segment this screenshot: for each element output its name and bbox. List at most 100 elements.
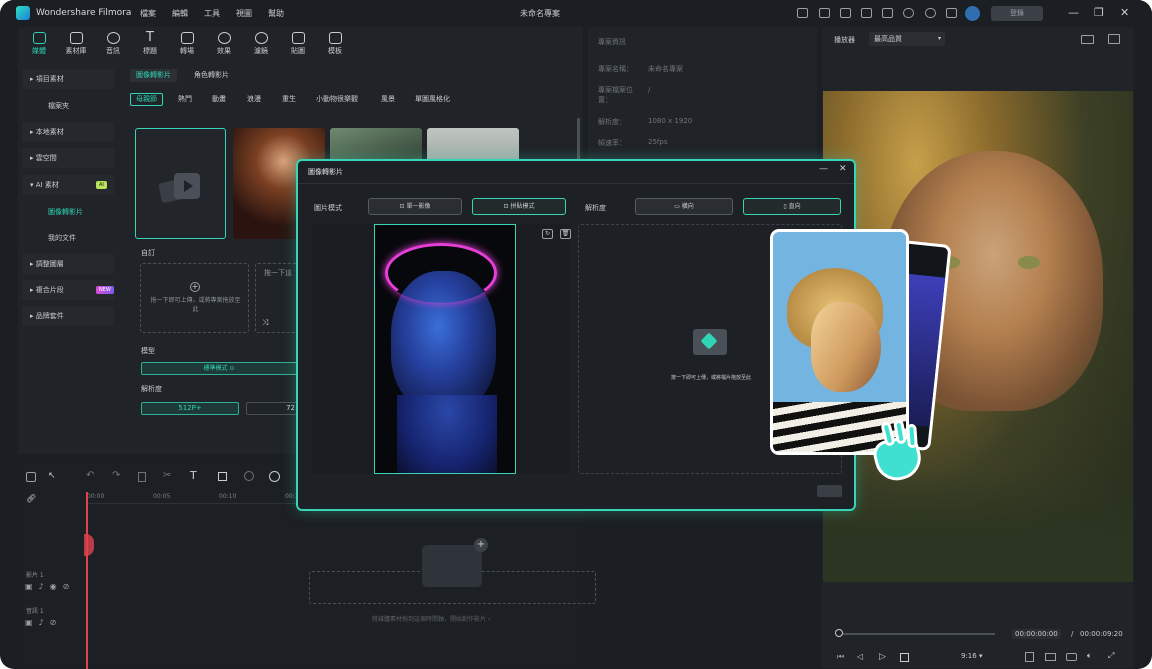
sidebar-item-adjustment-layer[interactable]: ▸ 調整圖層 xyxy=(22,254,114,274)
statue-neck xyxy=(397,395,497,473)
crop-icon[interactable] xyxy=(218,472,227,481)
menu-view[interactable]: 視圖 xyxy=(236,8,252,19)
dialog-close-icon[interactable]: ✕ xyxy=(839,164,847,174)
fullscreen-icon[interactable]: ⤢ xyxy=(1108,651,1114,661)
tab-image-to-video[interactable]: 圖像轉影片 xyxy=(130,69,177,82)
sidebar-item-project-media[interactable]: ▸ 項目素材 xyxy=(22,69,114,89)
category-stylize[interactable]: 單圖風格化 xyxy=(415,93,450,106)
screen-icon[interactable] xyxy=(861,8,872,18)
sidebar-item-cloud[interactable]: ▸ 雲空間 xyxy=(22,148,114,168)
undo-icon[interactable]: ↶ xyxy=(86,470,94,481)
menu-edit[interactable]: 編輯 xyxy=(172,8,188,19)
maximize-icon[interactable]: ❐ xyxy=(1094,6,1104,19)
send-icon[interactable] xyxy=(819,8,830,18)
tool-stickers[interactable]: 貼圖 xyxy=(281,32,315,56)
upload-box-2[interactable]: 拖一下這 ⤨ xyxy=(255,263,300,333)
gift-icon[interactable] xyxy=(797,8,808,18)
timeline-empty-hint: 將媒體素材拖到這個時間軸，開始創作影片 › xyxy=(372,616,491,623)
sidebar-item-compound-clip[interactable]: ▸ 複合片段 NEW xyxy=(22,280,114,300)
login-button[interactable]: 登錄 xyxy=(991,6,1043,21)
info-row-name: 專案名稱： 未命名專案 xyxy=(598,65,683,73)
category-scenery[interactable]: 風景 xyxy=(381,93,395,106)
res-option-512[interactable]: 512P+ xyxy=(141,402,239,415)
menu-tools[interactable]: 工具 xyxy=(204,8,220,19)
cut-icon[interactable]: ✂ xyxy=(163,470,171,481)
select-tool-icon[interactable]: ↖ xyxy=(48,471,56,481)
dialog-title: 圖像轉影片 xyxy=(308,168,343,176)
category-hot[interactable]: 熱門 xyxy=(178,93,192,106)
sidebar-sub-my-files[interactable]: 我的文件 xyxy=(48,233,76,243)
menu-help[interactable]: 幫助 xyxy=(268,8,284,19)
tool-media[interactable]: 媒體 xyxy=(22,32,56,56)
replace-image-icon[interactable]: ↻ xyxy=(542,229,553,239)
model-select[interactable]: 標準模式 ⊙ xyxy=(141,362,297,375)
display-icon[interactable] xyxy=(1045,653,1056,661)
tab-character-to-video[interactable]: 角色轉影片 xyxy=(188,69,235,82)
cloud-icon[interactable] xyxy=(903,8,914,18)
category-mothers-day[interactable]: 母親節 xyxy=(130,93,163,106)
aspect-ratio-select[interactable]: 9:16 ▾ xyxy=(961,652,982,660)
delete-icon[interactable] xyxy=(138,472,146,482)
category-pets[interactable]: 小動物很樂觀 xyxy=(316,93,358,106)
upload-box[interactable]: + 拖一下即可上傳，或將專案拖放至此 xyxy=(140,263,249,333)
dialog-minimize-icon[interactable]: — xyxy=(819,164,828,174)
tool-audio[interactable]: 音訊 xyxy=(96,32,130,56)
sidebar-item-brand-kit[interactable]: ▸ 品牌套件 xyxy=(22,306,114,326)
category-rebirth[interactable]: 重生 xyxy=(282,93,296,106)
tool-filters[interactable]: 濾鏡 xyxy=(244,32,278,56)
compare-view-icon[interactable] xyxy=(1081,35,1094,44)
track-audio-controls[interactable]: ▣♪⊘ xyxy=(25,618,62,627)
timeline-add-icon: + xyxy=(474,538,488,552)
tool-effects[interactable]: 效果 xyxy=(207,32,241,56)
thumb-custom[interactable] xyxy=(135,128,226,239)
res-vertical-button[interactable]: ▯ 直向 xyxy=(743,198,841,215)
menu-file[interactable]: 檔案 xyxy=(140,8,156,19)
playback-progress[interactable] xyxy=(839,633,995,635)
minimize-icon[interactable]: — xyxy=(1068,6,1079,19)
mark-icon[interactable] xyxy=(1025,652,1034,662)
mode-collage-button[interactable]: ⊡ 拼貼模式 xyxy=(472,198,566,215)
stop-icon[interactable] xyxy=(900,653,909,662)
tool-templates[interactable]: 模板 xyxy=(318,32,352,56)
sidebar-sub-folder[interactable]: 檔案夾 xyxy=(48,101,69,111)
sidebar-sub-image-to-video[interactable]: 圖像轉影片 xyxy=(48,207,83,217)
sidebar-item-local-media[interactable]: ▸ 本地素材 xyxy=(22,122,114,142)
category-animation[interactable]: 動畫 xyxy=(212,93,226,106)
shuffle-icon[interactable]: ⤨ xyxy=(262,318,268,328)
snapshot-view-icon[interactable] xyxy=(1108,34,1120,44)
ai-badge: AI xyxy=(96,181,107,189)
res-horizontal-button[interactable]: ▭ 橫向 xyxy=(635,198,733,215)
link-icon[interactable]: 🔗︎ xyxy=(26,494,36,503)
camera-icon[interactable] xyxy=(1066,653,1077,661)
delete-image-icon[interactable]: 🗑︎ xyxy=(560,229,571,239)
quality-select[interactable]: 最高品質 ▾ xyxy=(869,32,945,46)
playback-handle[interactable] xyxy=(835,629,843,637)
sidebar-item-ai-media[interactable]: ▾ AI 素材 AI xyxy=(22,175,114,195)
generate-button[interactable] xyxy=(817,485,842,497)
mode-single-button[interactable]: ⊡ 單一影像 xyxy=(368,198,462,215)
play-icon[interactable]: ▷ xyxy=(879,652,886,662)
playhead[interactable] xyxy=(86,492,88,669)
text-tool-icon[interactable]: T xyxy=(190,469,197,482)
headset-icon[interactable] xyxy=(925,8,936,18)
volume-icon[interactable]: 🔈︎ xyxy=(1087,651,1092,661)
step-back-icon[interactable]: ◁ xyxy=(857,652,863,661)
tool-transitions[interactable]: 轉場 xyxy=(170,32,204,56)
tool-titles[interactable]: T 標題 xyxy=(133,31,167,56)
category-romance[interactable]: 浪漫 xyxy=(247,93,261,106)
color-icon[interactable] xyxy=(244,471,254,481)
redo-icon[interactable]: ↷ xyxy=(112,470,120,481)
track-video-controls[interactable]: ▣♪◉⊘ xyxy=(25,582,75,591)
tool-stock[interactable]: 素材庫 xyxy=(59,32,93,56)
news-icon[interactable] xyxy=(840,8,851,18)
save-icon[interactable] xyxy=(882,8,893,18)
timeline-toolbar: ↖ ↶ ↷ ✂ T xyxy=(18,462,293,490)
close-icon[interactable]: ✕ xyxy=(1120,6,1129,19)
uploaded-image[interactable] xyxy=(374,224,516,474)
prev-frame-icon[interactable]: ⏮ xyxy=(837,652,844,662)
layout-icon[interactable] xyxy=(26,472,36,482)
res-option-720[interactable]: 72 xyxy=(246,402,298,415)
ai-tool-icon[interactable] xyxy=(269,471,280,482)
grid-icon[interactable] xyxy=(946,8,957,18)
avatar[interactable] xyxy=(965,6,980,21)
